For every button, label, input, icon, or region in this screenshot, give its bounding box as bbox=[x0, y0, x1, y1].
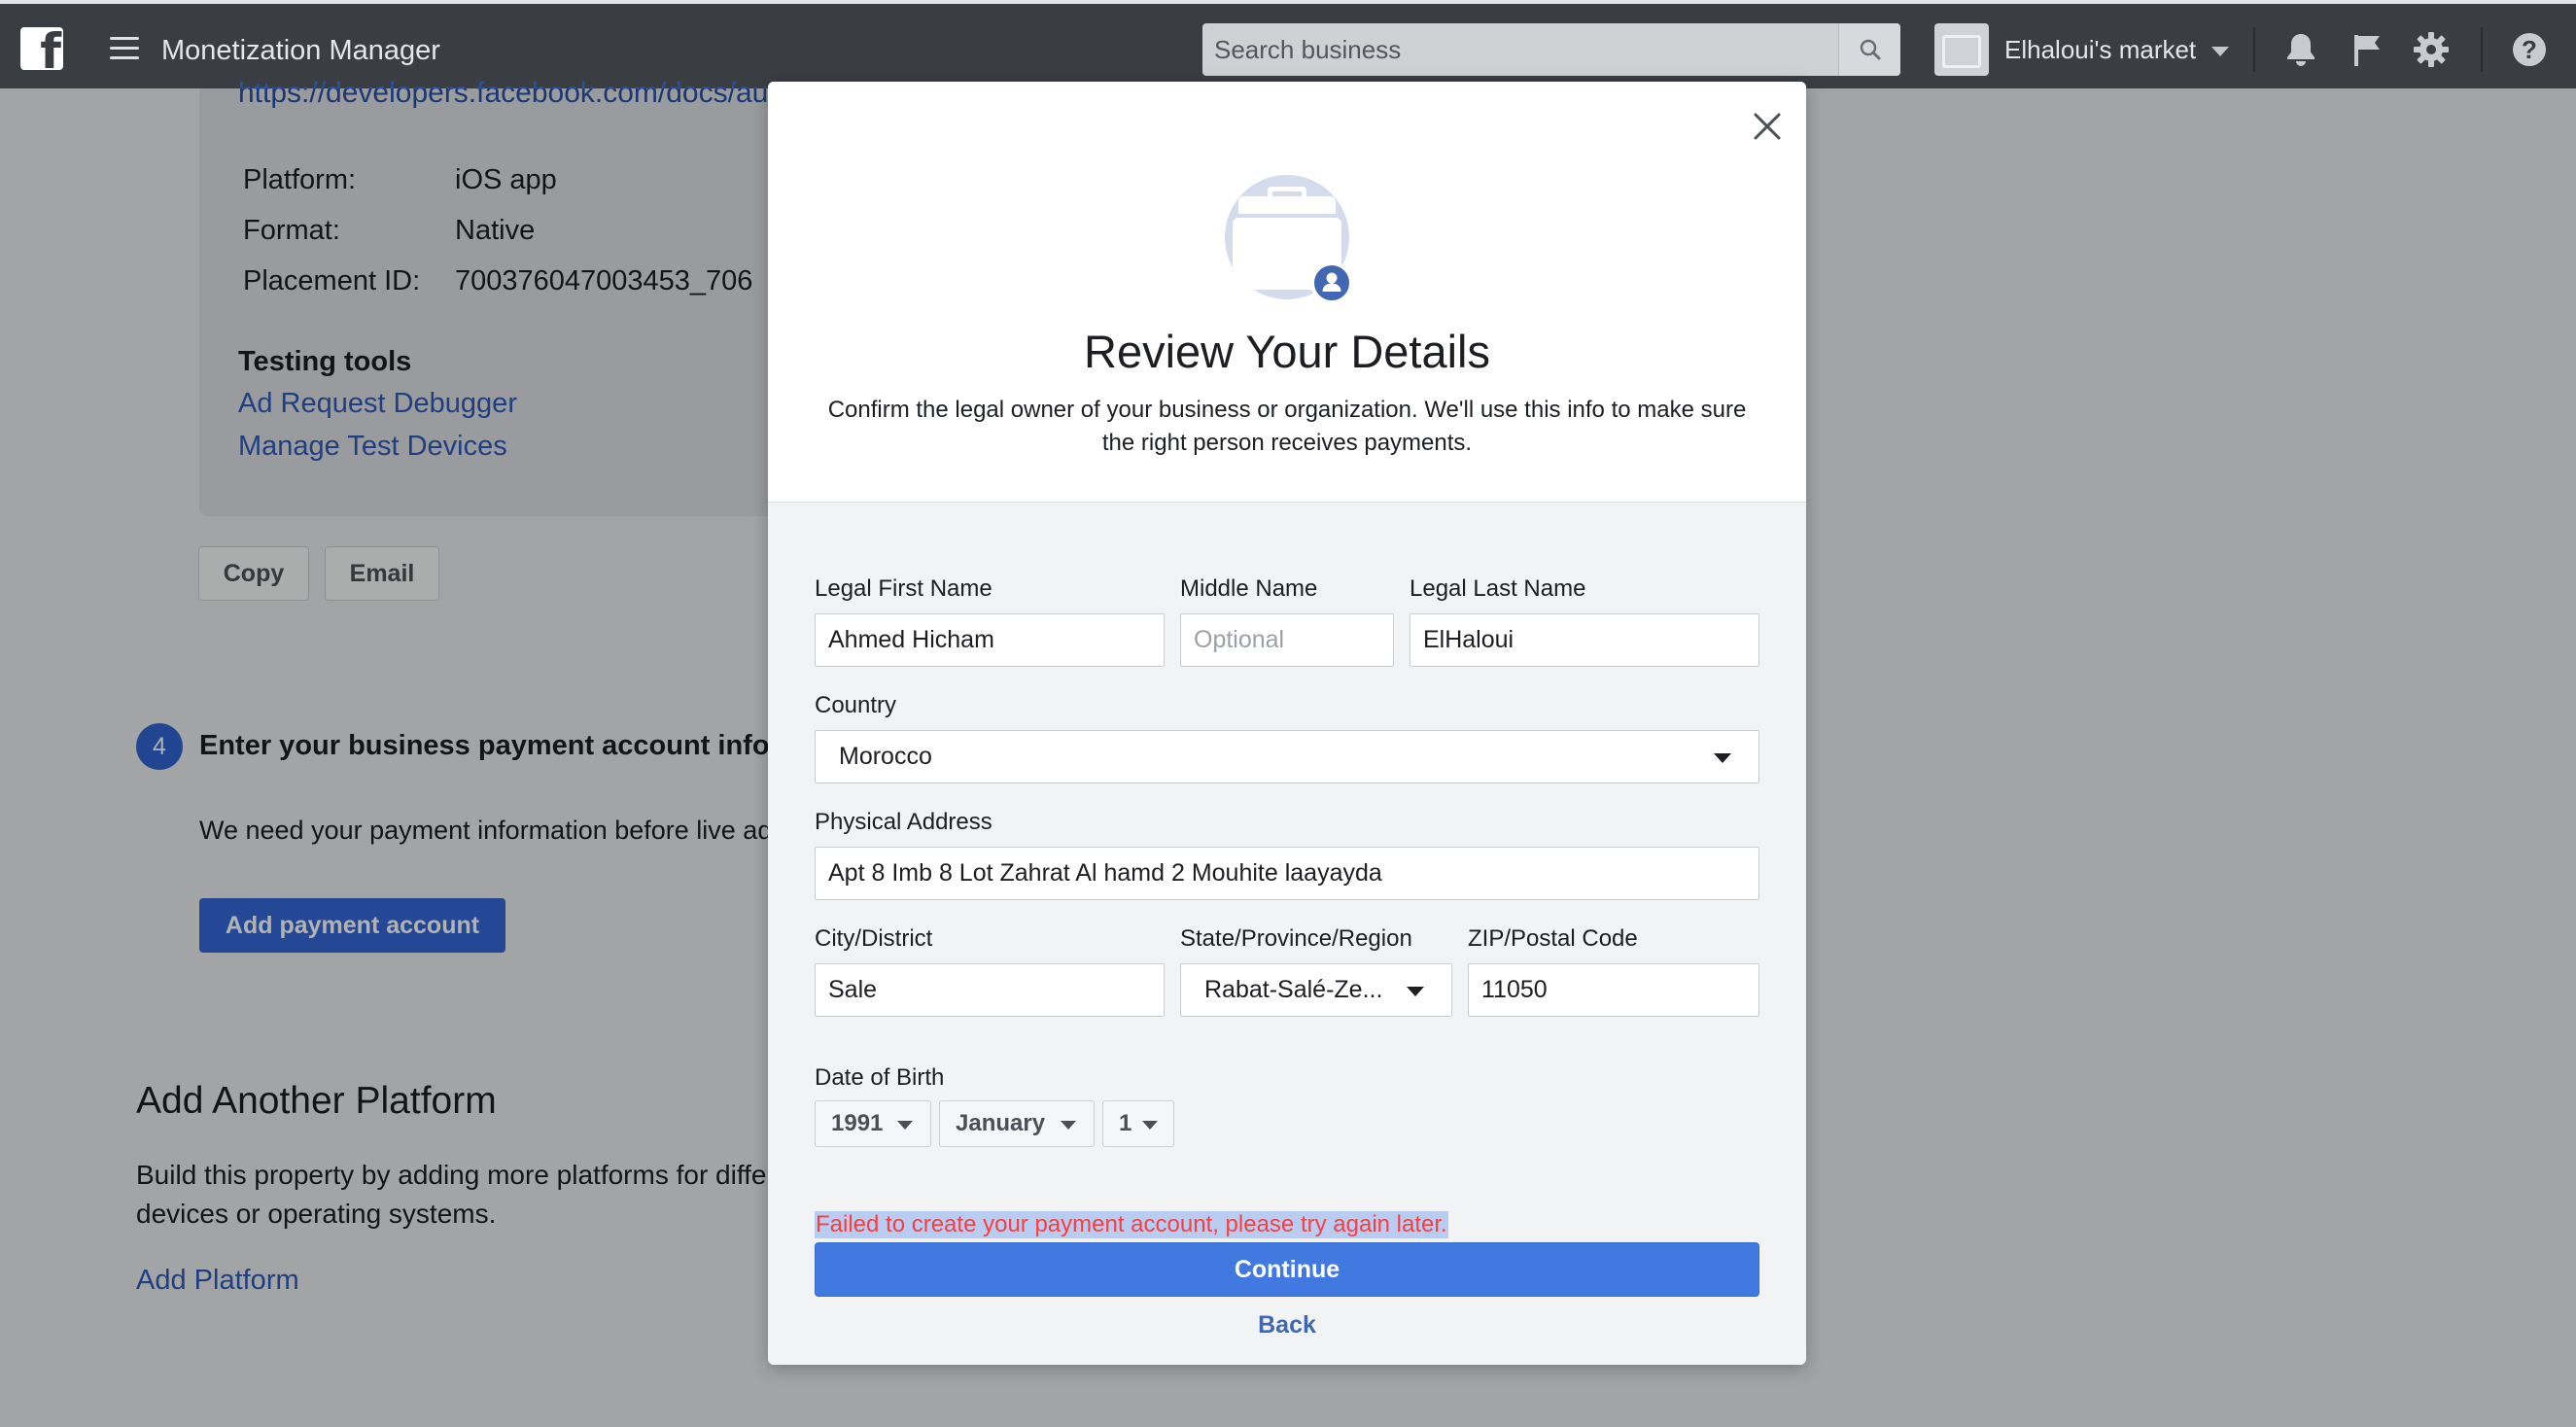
menu-icon[interactable] bbox=[110, 37, 139, 62]
chevron-down-icon bbox=[1714, 753, 1731, 763]
user-badge-icon bbox=[1310, 261, 1353, 304]
state-label: State/Province/Region bbox=[1180, 925, 1412, 952]
zip-label: ZIP/Postal Code bbox=[1468, 925, 1638, 952]
country-select[interactable]: Morocco bbox=[815, 730, 1759, 783]
chevron-down-icon bbox=[2211, 47, 2230, 56]
dob-label: Date of Birth bbox=[815, 1064, 945, 1091]
continue-button[interactable]: Continue bbox=[815, 1242, 1759, 1297]
flag-icon[interactable] bbox=[2347, 29, 2387, 70]
chevron-down-icon bbox=[897, 1121, 913, 1130]
middle-name-label: Middle Name bbox=[1180, 575, 1318, 602]
dob-day-select[interactable]: 1 bbox=[1102, 1100, 1174, 1147]
help-icon[interactable]: ? bbox=[2513, 33, 2546, 66]
dialog-subtitle: Confirm the legal owner of your business… bbox=[827, 397, 1747, 456]
country-value: Morocco bbox=[839, 743, 932, 770]
search-input[interactable] bbox=[1202, 23, 1838, 76]
zip-field[interactable] bbox=[1468, 963, 1759, 1017]
dob-year-value: 1991 bbox=[831, 1110, 884, 1136]
first-name-label: Legal First Name bbox=[815, 575, 992, 602]
chevron-down-icon bbox=[1407, 987, 1424, 996]
address-label: Physical Address bbox=[815, 809, 992, 835]
gear-icon[interactable] bbox=[2411, 29, 2452, 70]
last-name-field[interactable] bbox=[1410, 613, 1759, 667]
business-account-switcher[interactable]: Elhaloui's market bbox=[1934, 23, 2230, 76]
chevron-down-icon bbox=[1142, 1121, 1158, 1130]
chevron-down-icon bbox=[1061, 1121, 1076, 1130]
dob-month-select[interactable]: January bbox=[939, 1100, 1095, 1147]
dob-year-select[interactable]: 1991 bbox=[815, 1100, 931, 1147]
bell-icon[interactable] bbox=[2280, 29, 2321, 70]
top-bar: f Monetization Manager Elhaloui's market bbox=[0, 0, 2576, 88]
country-label: Country bbox=[815, 692, 897, 718]
city-field[interactable] bbox=[815, 963, 1165, 1017]
city-label: City/District bbox=[815, 925, 933, 952]
divider bbox=[2253, 27, 2255, 72]
business-name: Elhaloui's market bbox=[2004, 34, 2197, 64]
dialog-title: Review Your Details bbox=[1084, 326, 1490, 377]
state-value: Rabat-Salé-Ze... bbox=[1204, 976, 1383, 1003]
search-icon bbox=[1860, 39, 1880, 60]
dob-day-value: 1 bbox=[1119, 1110, 1132, 1136]
dialog-header: Review Your Details Confirm the legal ow… bbox=[768, 82, 1806, 503]
search-box bbox=[1202, 23, 1900, 76]
state-select[interactable]: Rabat-Salé-Ze... bbox=[1180, 963, 1452, 1017]
last-name-label: Legal Last Name bbox=[1410, 575, 1586, 602]
first-name-field[interactable] bbox=[815, 613, 1165, 667]
app-title: Monetization Manager bbox=[161, 35, 440, 66]
dob-month-value: January bbox=[956, 1110, 1046, 1136]
error-message: Failed to create your payment account, p… bbox=[815, 1211, 1448, 1238]
close-icon[interactable] bbox=[1750, 109, 1785, 144]
back-button[interactable]: Back bbox=[768, 1311, 1806, 1340]
business-avatar bbox=[1934, 23, 1989, 76]
facebook-logo-icon[interactable]: f bbox=[20, 27, 63, 70]
divider bbox=[2481, 27, 2483, 72]
review-details-dialog: Review Your Details Confirm the legal ow… bbox=[768, 82, 1806, 1365]
address-field[interactable] bbox=[815, 847, 1759, 900]
middle-name-field[interactable] bbox=[1180, 613, 1394, 667]
search-button[interactable] bbox=[1838, 23, 1900, 76]
